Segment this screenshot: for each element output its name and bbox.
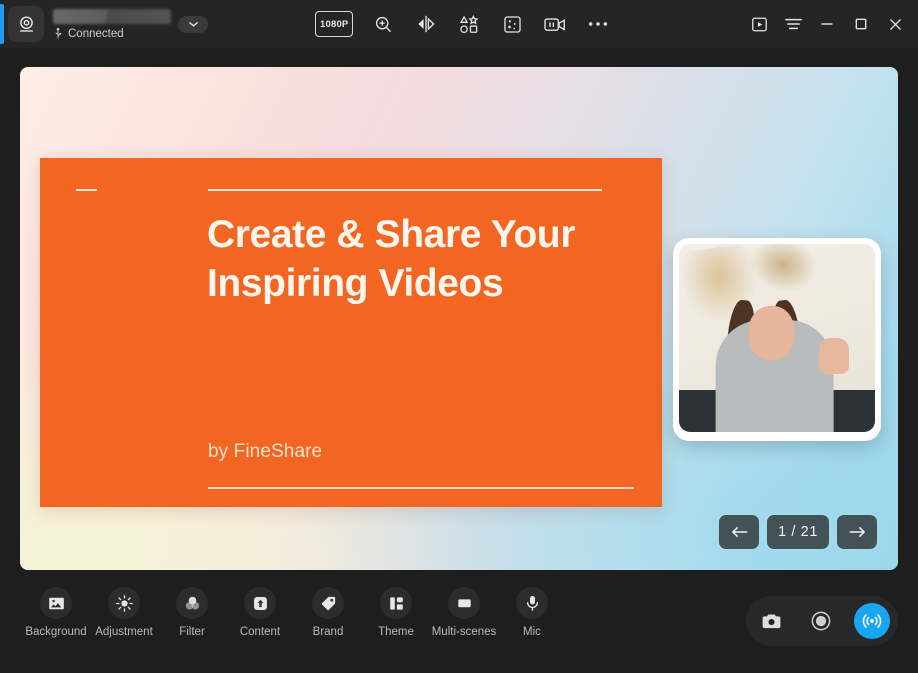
layout-icon [380,587,412,619]
minimize-icon[interactable] [810,7,844,41]
hamburger-icon[interactable] [776,7,810,41]
title-bar: Connected 1080P [0,0,918,48]
webcam-video [679,244,875,432]
magnifier-plus-icon[interactable] [370,11,396,37]
tool-label: Brand [313,626,344,638]
live-stream-button[interactable] [854,603,890,639]
tool-label: Mic [523,626,541,638]
mirror-flip-icon[interactable] [413,11,439,37]
tool-theme[interactable]: Theme [362,587,430,638]
ellipsis-icon[interactable] [585,11,611,37]
camera-pause-icon[interactable] [542,11,568,37]
effect-tools: Background Adjustment [22,587,566,638]
image-icon [40,587,72,619]
person-head [748,306,794,360]
filter-circles-icon [176,587,208,619]
page-indicator: 1 / 21 [767,515,829,549]
app-window: Connected 1080P [0,0,918,673]
slide-byline: by FineShare [208,441,322,463]
next-slide-button[interactable] [837,515,877,549]
tool-label: Filter [179,626,205,638]
device-status-label: Connected [68,28,124,40]
tag-icon [312,587,344,619]
device-dropdown-button[interactable] [178,16,208,33]
window-controls [742,0,912,48]
device-status: Connected [53,28,171,40]
panel-dash [76,189,97,191]
tool-label: Content [240,626,280,638]
tool-label: Multi-scenes [432,626,497,638]
microphone-icon [516,587,548,619]
prev-slide-button[interactable] [719,515,759,549]
slide-title: Create & Share Your Inspiring Videos [207,210,639,308]
shapes-icon[interactable] [456,11,482,37]
stage-area: Create & Share Your Inspiring Videos by … [0,48,918,570]
screenshot-button[interactable] [754,604,788,638]
close-icon[interactable] [878,7,912,41]
usb-icon [53,28,63,40]
slide-rule-bottom [208,487,634,489]
beauty-effects-icon[interactable] [499,11,525,37]
tool-label: Background [25,626,86,638]
slide-rule-top [208,189,602,191]
webcam-icon[interactable] [8,6,44,42]
tool-adjustment[interactable]: Adjustment [90,587,158,638]
capture-controls [746,596,898,646]
tool-content[interactable]: Content [226,587,294,638]
tool-background[interactable]: Background [22,587,90,638]
video-folder-icon[interactable] [742,7,776,41]
tool-filter[interactable]: Filter [158,587,226,638]
tool-label: Adjustment [95,626,153,638]
tool-mic[interactable]: Mic [498,587,566,638]
brightness-icon [108,587,140,619]
slide-panel: Create & Share Your Inspiring Videos by … [40,158,662,507]
tool-multi-scenes[interactable]: Multi-scenes [430,587,498,638]
webcam-pip[interactable] [673,238,881,441]
center-toolbar: 1080P [315,0,611,48]
record-button[interactable] [804,604,838,638]
device-selector[interactable]: Connected [53,9,171,40]
accent-edge [0,4,4,44]
tool-label: Theme [378,626,414,638]
preview-canvas[interactable]: Create & Share Your Inspiring Videos by … [20,67,898,570]
bottom-toolbar: Background Adjustment [0,570,918,673]
slide-pager: 1 / 21 [719,515,877,549]
upload-arrow-icon [244,587,276,619]
chevron-down-icon [188,20,199,28]
device-name [53,9,171,24]
scenes-icon [448,587,480,619]
resolution-badge[interactable]: 1080P [315,11,353,37]
person-hand [819,338,849,374]
tool-brand[interactable]: Brand [294,587,362,638]
maximize-icon[interactable] [844,7,878,41]
